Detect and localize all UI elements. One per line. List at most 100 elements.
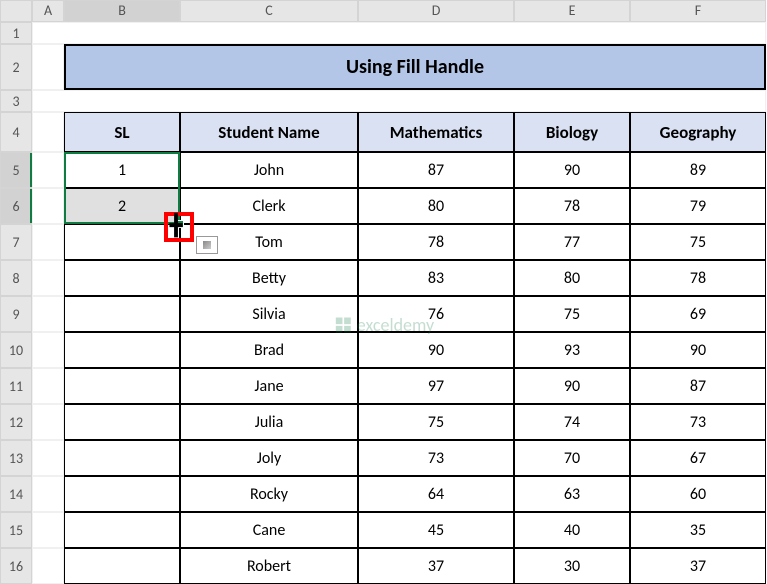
table-cell-geo[interactable]: 69 (630, 296, 766, 332)
table-cell-sl[interactable]: 1 (64, 152, 180, 188)
table-cell-geo[interactable]: 73 (630, 404, 766, 440)
table-cell-sl[interactable] (64, 548, 180, 584)
cell[interactable] (32, 224, 64, 260)
table-cell-math[interactable]: 83 (358, 260, 514, 296)
table-cell-name[interactable]: Robert (180, 548, 358, 584)
cell[interactable] (32, 404, 64, 440)
table-cell-math[interactable]: 80 (358, 188, 514, 224)
table-cell-bio[interactable]: 90 (514, 368, 630, 404)
col-header-f[interactable]: F (630, 0, 766, 22)
col-header-b[interactable]: B (64, 0, 180, 22)
row-header-10[interactable]: 10 (0, 332, 32, 368)
header-math[interactable]: Mathematics (358, 112, 514, 152)
table-cell-geo[interactable]: 75 (630, 224, 766, 260)
table-cell-name[interactable]: Cane (180, 512, 358, 548)
row-header-14[interactable]: 14 (0, 476, 32, 512)
col-header-e[interactable]: E (514, 0, 630, 22)
cell[interactable] (32, 332, 64, 368)
table-cell-math[interactable]: 75 (358, 404, 514, 440)
autofill-options-button[interactable] (196, 236, 218, 254)
row-header-6[interactable]: 6 (0, 188, 32, 224)
header-bio[interactable]: Biology (514, 112, 630, 152)
cell[interactable] (32, 44, 64, 90)
table-cell-sl[interactable] (64, 332, 180, 368)
table-cell-sl[interactable] (64, 440, 180, 476)
fill-handle[interactable] (176, 220, 184, 228)
cell[interactable] (32, 512, 64, 548)
table-cell-geo[interactable]: 37 (630, 548, 766, 584)
header-name[interactable]: Student Name (180, 112, 358, 152)
table-cell-sl[interactable] (64, 296, 180, 332)
table-cell-math[interactable]: 78 (358, 224, 514, 260)
row-header-12[interactable]: 12 (0, 404, 32, 440)
table-cell-math[interactable]: 64 (358, 476, 514, 512)
col-header-a[interactable]: A (32, 0, 64, 22)
table-cell-name[interactable]: Clerk (180, 188, 358, 224)
cell[interactable] (32, 440, 64, 476)
cell[interactable] (32, 22, 766, 44)
table-cell-bio[interactable]: 40 (514, 512, 630, 548)
table-cell-geo[interactable]: 87 (630, 368, 766, 404)
table-cell-name[interactable]: John (180, 152, 358, 188)
cell[interactable] (32, 260, 64, 296)
table-cell-bio[interactable]: 63 (514, 476, 630, 512)
table-cell-sl[interactable]: 2 (64, 188, 180, 224)
table-cell-name[interactable]: Betty (180, 260, 358, 296)
table-cell-bio[interactable]: 93 (514, 332, 630, 368)
row-header-16[interactable]: 16 (0, 548, 32, 584)
cell[interactable] (32, 188, 64, 224)
table-cell-math[interactable]: 90 (358, 332, 514, 368)
table-cell-name[interactable]: Jane (180, 368, 358, 404)
cell[interactable] (32, 476, 64, 512)
spreadsheet-grid[interactable]: A B C D E F 1 2 Using Fill Handle 3 4 SL… (0, 0, 767, 584)
table-cell-geo[interactable]: 60 (630, 476, 766, 512)
col-header-c[interactable]: C (180, 0, 358, 22)
table-cell-bio[interactable]: 30 (514, 548, 630, 584)
table-cell-geo[interactable]: 35 (630, 512, 766, 548)
table-cell-name[interactable]: Silvia (180, 296, 358, 332)
cell[interactable] (32, 90, 766, 112)
table-cell-math[interactable]: 87 (358, 152, 514, 188)
table-cell-geo[interactable]: 90 (630, 332, 766, 368)
row-header-15[interactable]: 15 (0, 512, 32, 548)
cell[interactable] (32, 548, 64, 584)
table-cell-bio[interactable]: 80 (514, 260, 630, 296)
table-cell-geo[interactable]: 79 (630, 188, 766, 224)
table-cell-math[interactable]: 76 (358, 296, 514, 332)
table-cell-math[interactable]: 37 (358, 548, 514, 584)
table-cell-bio[interactable]: 90 (514, 152, 630, 188)
row-header-11[interactable]: 11 (0, 368, 32, 404)
header-geo[interactable]: Geography (630, 112, 766, 152)
table-cell-sl[interactable] (64, 476, 180, 512)
table-cell-math[interactable]: 97 (358, 368, 514, 404)
table-cell-name[interactable]: Brad (180, 332, 358, 368)
table-cell-math[interactable]: 45 (358, 512, 514, 548)
row-header-8[interactable]: 8 (0, 260, 32, 296)
table-cell-name[interactable]: Rocky (180, 476, 358, 512)
header-sl[interactable]: SL (64, 112, 180, 152)
table-cell-sl[interactable] (64, 224, 180, 260)
table-cell-bio[interactable]: 78 (514, 188, 630, 224)
table-cell-geo[interactable]: 67 (630, 440, 766, 476)
cell[interactable] (32, 368, 64, 404)
row-header-3[interactable]: 3 (0, 90, 32, 112)
title-cell[interactable]: Using Fill Handle (64, 44, 766, 90)
cell[interactable] (32, 112, 64, 152)
cell[interactable] (32, 152, 64, 188)
table-cell-bio[interactable]: 75 (514, 296, 630, 332)
row-header-2[interactable]: 2 (0, 44, 32, 90)
row-header-7[interactable]: 7 (0, 224, 32, 260)
table-cell-sl[interactable] (64, 260, 180, 296)
cell[interactable] (32, 296, 64, 332)
table-cell-bio[interactable]: 70 (514, 440, 630, 476)
table-cell-sl[interactable] (64, 368, 180, 404)
table-cell-sl[interactable] (64, 512, 180, 548)
row-header-1[interactable]: 1 (0, 22, 32, 44)
row-header-13[interactable]: 13 (0, 440, 32, 476)
table-cell-name[interactable]: Julia (180, 404, 358, 440)
table-cell-math[interactable]: 73 (358, 440, 514, 476)
select-all-corner[interactable] (0, 0, 32, 22)
table-cell-name[interactable]: Joly (180, 440, 358, 476)
table-cell-sl[interactable] (64, 404, 180, 440)
row-header-5[interactable]: 5 (0, 152, 32, 188)
